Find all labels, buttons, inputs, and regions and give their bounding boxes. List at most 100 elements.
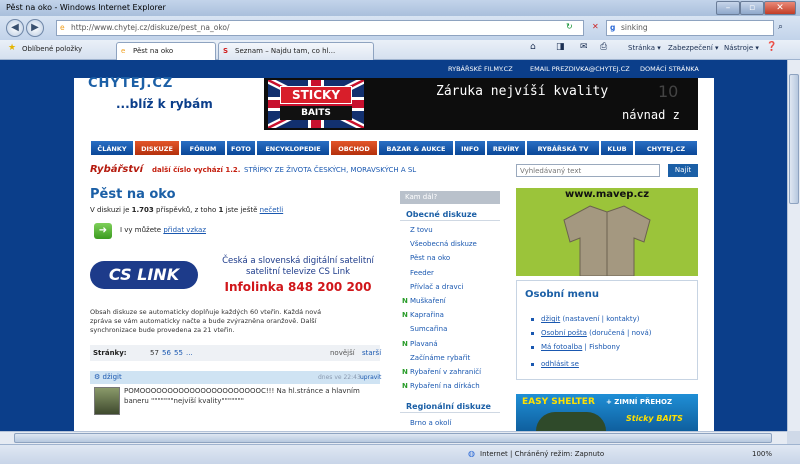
discussion-count: V diskuzi je 1.703 příspěvků, z toho 1 j… [90,206,284,214]
sticky-baits-banner[interactable]: STICKY BAITS Záruka nejvíší kvality 10 n… [264,76,698,132]
mail-icon[interactable]: ✉ [580,42,588,52]
menu-forum[interactable]: FÓRUM [180,140,226,156]
add-message-row: I vy můžete přidat vzkaz [120,226,207,234]
sync-info: Obsah diskuze se automaticky doplňuje ka… [90,308,322,334]
zoom-level[interactable]: 100% [752,450,772,458]
side-item-1[interactable]: Všeobecná diskuze [410,240,477,248]
search-icon[interactable]: ⌕ [778,22,783,32]
status-bar: ◍ Internet | Chráněný režim: Zapnuto 100… [0,444,800,464]
minimize-button[interactable]: – [716,1,740,15]
page-57[interactable]: 57 [150,349,159,357]
side-item-9[interactable]: Začínáme rybařit [410,354,470,362]
side-item-7[interactable]: Sumcařina [410,325,447,333]
menu-obchod[interactable]: OBCHOD [330,140,378,156]
seznam-icon: S [223,47,229,55]
search-input[interactable]: g sinking [606,20,774,36]
side-item-10[interactable]: Rybaření v zahraničí [410,368,481,376]
banner-number: 10 [658,82,679,101]
home-icon[interactable]: ⌂ [530,42,536,52]
rybarstvi-logo: Rybářství [90,164,144,175]
post-edit-link[interactable]: upravit [360,374,381,381]
horizontal-scrollbar[interactable] [0,431,787,444]
menu-diskuze[interactable]: DISKUZE [134,140,180,156]
security-menu[interactable]: Zabezpečení ▾ [668,44,719,52]
cslink-line2: satelitní televize CS Link [245,267,351,277]
side-item-0[interactable]: Z tovu [410,226,433,234]
side-item-5[interactable]: Muškaření [410,297,446,305]
discussion-post: ⚙ džigit dnes ve 22:43 upravit POMOOOOOO… [90,371,381,431]
general-discussions-title: Obecné diskuze [406,210,477,219]
avatar[interactable] [94,387,120,415]
page-55[interactable]: 55 [174,349,183,357]
menu-item-profile: džigit (nastavení | kontakty) [541,315,640,323]
new-badge: N [402,311,408,320]
link-fishing-films[interactable]: RYBÁŘSKÉ FILMY.CZ [448,65,513,73]
address-input[interactable]: e http://www.chytej.cz/diskuze/pest_na_o… [56,20,584,36]
refresh-icon[interactable]: ↻ [566,22,573,31]
tools-menu[interactable]: Nástroje ▾ [724,44,759,52]
new-badge: N [402,382,408,391]
shelter-icon [536,412,606,431]
page-more[interactable]: ... [186,349,193,357]
banner-brand: STICKY [280,86,352,104]
star-icon[interactable]: ★ [8,43,16,53]
site-logo[interactable]: CHYTEJ.CZ ...blíž k rybám [88,76,213,111]
link-email[interactable]: EMAIL PREZDIVKA@CHYTEJ.CZ [530,65,630,73]
menu-info[interactable]: INFO [454,140,486,156]
site-search-button[interactable]: Najít [668,164,698,177]
menu-encyklopedie[interactable]: ENCYKLOPEDIE [256,140,330,156]
menu-bazar[interactable]: BAZAR & AUKCE [378,140,454,156]
link-home[interactable]: DOMÁCÍ STRÁNKA [640,65,699,73]
tab-pest-na-oko[interactable]: e Pěst na oko [116,42,216,60]
news-ticker[interactable]: Rybářství další číslo vychází 1.2. STŘÍP… [90,163,506,179]
back-icon[interactable]: ◀ [6,19,24,37]
side-item-11[interactable]: Rybaření na dírkách [410,382,480,390]
menu-clanky[interactable]: ČLÁNKY [90,140,134,156]
side-item-4[interactable]: Přívlač a dravci [410,283,463,291]
print-icon[interactable]: ⎙ [600,42,607,52]
side-item-3[interactable]: Feeder [410,269,434,277]
side-item-brno[interactable]: Brno a okolí [410,419,451,427]
google-icon: g [610,23,616,32]
site-search-input[interactable] [516,164,660,177]
page-menu[interactable]: Stránka ▾ [628,44,661,52]
h-scroll-thumb[interactable] [14,433,772,443]
older-link[interactable]: starší [362,349,381,357]
scroll-thumb[interactable] [789,74,799,204]
favorites-label[interactable]: Oblíbené položky [22,45,82,53]
side-item-2[interactable]: Pěst na oko [410,254,450,262]
mavep-url: www.mavep.cz [564,189,650,200]
mavep-ad[interactable]: www.mavep.cz [516,188,698,276]
menu-klub[interactable]: KLUB [600,140,634,156]
shirt-icon [563,205,651,276]
vertical-scrollbar[interactable] [787,60,800,431]
divider [400,412,500,413]
add-message-icon[interactable]: ➜ [94,223,112,239]
page-56[interactable]: 56 [162,349,171,357]
feeds-icon[interactable]: ◨ [556,42,565,52]
side-item-6[interactable]: Kaprařina [410,311,444,319]
post-user[interactable]: ⚙ džigit [94,373,122,381]
help-icon[interactable]: ❓ [766,42,777,52]
newer-link[interactable]: novější [330,349,355,357]
menu-reviry[interactable]: REVÍRY [486,140,526,156]
stop-icon[interactable]: ✕ [592,22,599,31]
new-badge: N [402,339,408,348]
menu-rybarska-tv[interactable]: RYBÁŘSKÁ TV [526,140,600,156]
close-button[interactable]: ✕ [764,1,796,15]
easy-shelter-ad[interactable]: EASY SHELTER + ZIMNÍ PŘEHOZ Sticky BAITS [516,394,698,431]
ticker-text[interactable]: STŘÍPKY ZE ŽIVOTA ČESKÝCH, MORAVSKÝCH A … [244,166,416,174]
window-titlebar: Pěst na oko - Windows Internet Explorer … [0,0,800,16]
cslink-ad[interactable]: CS LINK Česká a slovenská digitální sate… [90,253,380,303]
tab-seznam[interactable]: S Seznam – Najdu tam, co hl... [218,42,374,60]
forward-icon[interactable]: ▶ [26,19,44,37]
menu-item-albums: Má fotoalba | Fishbony [541,343,620,351]
menu-chytej[interactable]: CHYTEJ.CZ [634,140,698,156]
menu-foto[interactable]: FOTO [226,140,256,156]
side-item-8[interactable]: Plavaná [410,340,438,348]
post-header: ⚙ džigit dnes ve 22:43 upravit [90,371,381,384]
unread-link[interactable]: nečetli [260,206,284,214]
maximize-button[interactable]: ▫ [740,1,764,15]
site-container: RYBÁŘSKÉ FILMY.CZ EMAIL PREZDIVKA@CHYTEJ… [74,60,714,431]
add-message-link[interactable]: přidat vzkaz [163,226,206,234]
